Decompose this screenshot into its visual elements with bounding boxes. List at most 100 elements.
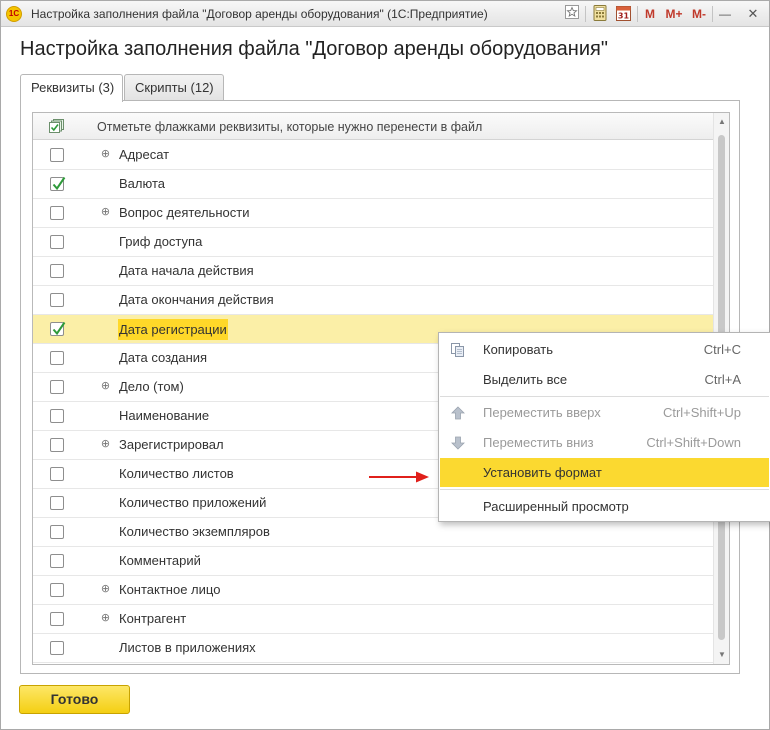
row-checkbox[interactable] <box>50 583 64 597</box>
row-label: Листов в приложениях <box>119 640 256 655</box>
scroll-down-icon[interactable]: ▼ <box>717 650 727 660</box>
row-checkbox[interactable] <box>50 206 64 220</box>
checkmark-icon <box>52 321 66 336</box>
memory-m-button[interactable]: M <box>643 5 657 23</box>
memory-plus-button[interactable]: M+ <box>663 5 685 23</box>
table-row[interactable]: ⊕ Контрагент <box>33 605 714 634</box>
calculator-icon[interactable] <box>592 5 608 23</box>
row-checkbox[interactable] <box>50 380 64 394</box>
menu-item-copy[interactable]: Копировать Ctrl+C <box>440 335 769 364</box>
table-row[interactable]: Дата окончания действия <box>33 286 714 315</box>
row-checkbox[interactable] <box>50 235 64 249</box>
row-label: Адресат <box>119 147 170 162</box>
row-checkbox[interactable] <box>50 409 64 423</box>
arrow-down-icon <box>450 435 466 451</box>
close-button[interactable]: ✕ <box>745 5 761 23</box>
row-checkbox[interactable] <box>50 176 66 191</box>
checkmark-icon <box>52 176 66 191</box>
menu-item-move-up[interactable]: Переместить вверх Ctrl+Shift+Up <box>440 398 769 427</box>
star-icon[interactable] <box>564 5 580 23</box>
annotation-arrow-icon <box>369 471 429 483</box>
memory-minus-button[interactable]: M- <box>690 5 708 23</box>
row-label: Количество листов <box>119 466 234 481</box>
table-row[interactable]: Гриф доступа <box>33 228 714 257</box>
expand-plus-icon[interactable]: ⊕ <box>100 439 111 450</box>
row-label: Количество приложений <box>119 495 267 510</box>
grid-header-text: Отметьте флажками реквизиты, которые нуж… <box>97 120 483 134</box>
page-title: Настройка заполнения файла "Договор арен… <box>20 38 608 60</box>
menu-separator <box>440 489 769 490</box>
toolbar-separator <box>637 6 638 22</box>
minimize-button[interactable]: — <box>717 5 733 23</box>
dialog-window: 1С Настройка заполнения файла "Договор а… <box>0 0 770 730</box>
table-row[interactable]: Количество экземпляров <box>33 518 714 547</box>
table-row[interactable]: Валюта <box>33 170 714 199</box>
toolbar-separator <box>712 6 713 22</box>
table-row[interactable]: Дата начала действия <box>33 257 714 286</box>
expand-plus-icon[interactable]: ⊕ <box>100 584 111 595</box>
arrow-up-icon <box>450 405 466 421</box>
title-bar: 1С Настройка заполнения файла "Договор а… <box>1 1 769 27</box>
table-row[interactable]: Комментарий <box>33 547 714 576</box>
menu-item-label: Копировать <box>483 342 553 357</box>
row-label: Валюта <box>119 176 165 191</box>
table-row[interactable]: Листов в приложениях <box>33 634 714 663</box>
grid-header: Отметьте флажками реквизиты, которые нуж… <box>33 113 714 140</box>
row-checkbox[interactable] <box>50 612 64 626</box>
row-label: Дело (том) <box>119 379 184 394</box>
check-all-icon[interactable] <box>49 119 64 133</box>
row-checkbox[interactable] <box>50 525 64 539</box>
menu-item-label: Переместить вниз <box>483 435 594 450</box>
row-label: Вопрос деятельности <box>119 205 250 220</box>
svg-text:31: 31 <box>617 12 629 21</box>
scroll-up-icon[interactable]: ▲ <box>717 117 727 127</box>
tab-attributes[interactable]: Реквизиты (3) <box>20 74 123 102</box>
table-row[interactable]: ⊕ Адресат <box>33 141 714 170</box>
expand-plus-icon[interactable]: ⊕ <box>100 613 111 624</box>
row-checkbox[interactable] <box>50 496 64 510</box>
row-checkbox[interactable] <box>50 351 64 365</box>
row-checkbox[interactable] <box>50 438 64 452</box>
row-checkbox[interactable] <box>50 554 64 568</box>
toolbar-separator <box>585 6 586 22</box>
row-checkbox[interactable] <box>50 148 64 162</box>
row-checkbox[interactable] <box>50 264 64 278</box>
context-menu: Копировать Ctrl+C Выделить все Ctrl+A Пе… <box>438 332 770 522</box>
row-checkbox[interactable] <box>50 467 64 481</box>
menu-item-label: Расширенный просмотр <box>483 499 629 514</box>
row-label: Гриф доступа <box>119 234 203 249</box>
row-label: Контактное лицо <box>119 582 221 597</box>
row-label: Дата создания <box>119 350 208 365</box>
row-label: Дата регистрации <box>118 319 228 340</box>
expand-plus-icon[interactable]: ⊕ <box>100 381 111 392</box>
row-label: Наименование <box>119 408 210 423</box>
menu-item-label: Выделить все <box>483 372 568 387</box>
menu-item-shortcut: Ctrl+Shift+Down <box>646 435 741 450</box>
row-label: Количество экземпляров <box>119 524 270 539</box>
row-checkbox[interactable] <box>50 321 66 336</box>
row-checkbox[interactable] <box>50 293 64 307</box>
expand-plus-icon[interactable]: ⊕ <box>100 207 111 218</box>
menu-item-select-all[interactable]: Выделить все Ctrl+A <box>440 365 769 394</box>
calendar-icon[interactable]: 31 <box>615 5 631 23</box>
table-row[interactable]: ⊕ Контактное лицо <box>33 576 714 605</box>
menu-item-move-down[interactable]: Переместить вниз Ctrl+Shift+Down <box>440 428 769 457</box>
row-label: Контрагент <box>119 611 187 626</box>
row-label: Дата начала действия <box>119 263 254 278</box>
done-button[interactable]: Готово <box>19 685 130 714</box>
menu-item-shortcut: Ctrl+C <box>703 342 741 357</box>
table-row[interactable]: ⊕ Вопрос деятельности <box>33 199 714 228</box>
menu-item-label: Переместить вверх <box>483 405 601 420</box>
menu-separator <box>440 396 769 397</box>
menu-item-shortcut: Ctrl+A <box>704 372 741 387</box>
menu-item-set-format[interactable]: Установить формат <box>440 458 769 487</box>
tab-scripts[interactable]: Скрипты (12) <box>124 74 224 101</box>
menu-item-label: Установить формат <box>483 465 602 480</box>
row-checkbox[interactable] <box>50 641 64 655</box>
app-logo-icon: 1С <box>6 6 22 22</box>
row-label: Зарегистрировал <box>119 437 224 452</box>
copy-icon <box>450 342 466 358</box>
row-label: Комментарий <box>119 553 201 568</box>
menu-item-extended-view[interactable]: Расширенный просмотр <box>440 492 769 521</box>
expand-plus-icon[interactable]: ⊕ <box>100 149 111 160</box>
